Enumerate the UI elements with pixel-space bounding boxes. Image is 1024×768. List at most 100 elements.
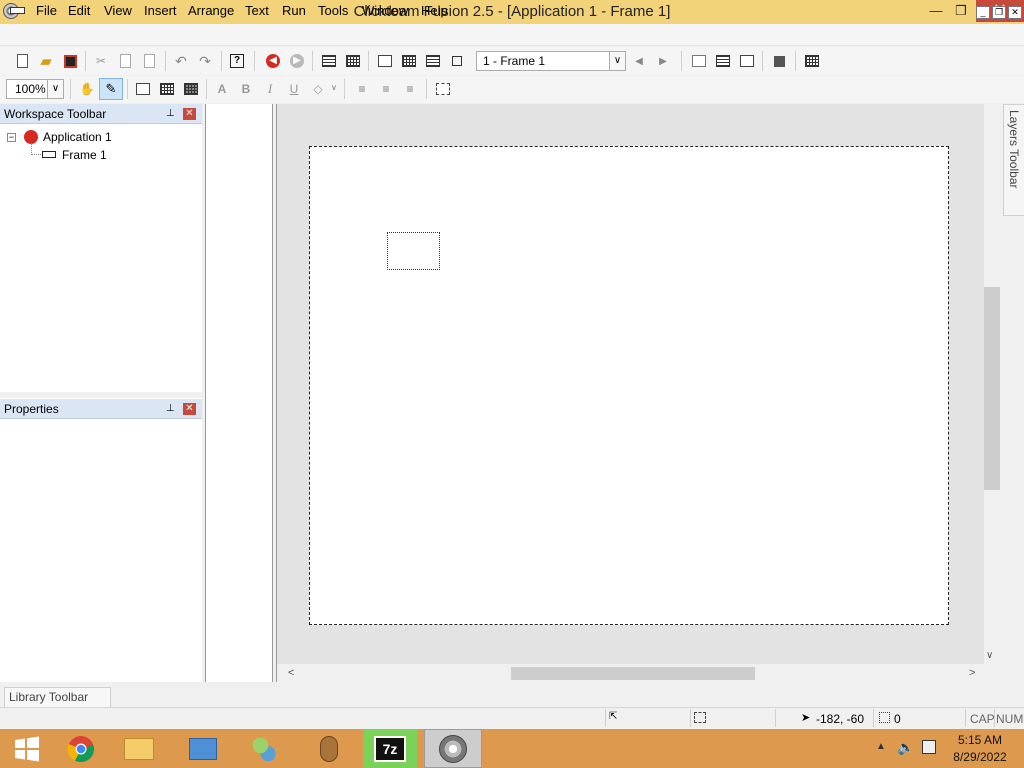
back-icon[interactable]: ◀: [263, 51, 283, 71]
chevron-down-icon[interactable]: ∨: [47, 80, 63, 98]
menu-help[interactable]: Help: [421, 3, 448, 18]
menu-run[interactable]: Run: [282, 3, 306, 18]
users-icon: [250, 736, 276, 761]
vertical-scrollbar-thumb[interactable]: [984, 287, 1000, 490]
menu-tools[interactable]: Tools: [318, 3, 348, 18]
help-icon[interactable]: ?: [227, 51, 247, 71]
clock-date[interactable]: 8/29/2022: [940, 750, 1020, 764]
menu-insert[interactable]: Insert: [144, 3, 177, 18]
taskbar-mouse-app[interactable]: [302, 729, 356, 768]
copy-icon[interactable]: [115, 51, 135, 71]
scroll-right-icon[interactable]: >: [969, 667, 975, 679]
run-frame-icon[interactable]: [713, 51, 733, 71]
cut-icon[interactable]: ✂: [91, 51, 111, 71]
scroll-down-icon[interactable]: ∨: [986, 650, 993, 661]
taskbar-control-panel[interactable]: [176, 729, 230, 768]
tree-collapse-icon[interactable]: −: [7, 133, 16, 142]
open-folder-icon[interactable]: ▰: [36, 51, 56, 71]
clock-time[interactable]: 5:15 AM: [940, 733, 1020, 747]
network-icon[interactable]: [922, 740, 936, 754]
system-menu-icon[interactable]: [10, 7, 25, 14]
snap-grid-icon[interactable]: [157, 79, 177, 99]
start-button[interactable]: [0, 729, 54, 768]
frame-canvas[interactable]: [309, 146, 949, 625]
show-grid-icon[interactable]: [133, 79, 153, 99]
tree-item-application[interactable]: Application 1: [43, 130, 112, 144]
placed-object[interactable]: [387, 232, 440, 270]
menu-view[interactable]: View: [104, 3, 132, 18]
taskbar-chrome[interactable]: [54, 729, 108, 768]
run-application-icon[interactable]: [689, 51, 709, 71]
layers-toolbar-label: Layers Toolbar: [1007, 110, 1021, 189]
taskbar-7zip[interactable]: 7z: [363, 729, 417, 768]
frame-editor-icon[interactable]: [375, 51, 395, 71]
event-list-editor-icon[interactable]: [423, 51, 443, 71]
object-count-icon: [879, 712, 890, 723]
taskbar-file-explorer[interactable]: [112, 729, 166, 768]
align-left-icon[interactable]: ≡: [352, 79, 372, 99]
chrome-icon: [67, 735, 94, 762]
frame-select-dropdown[interactable]: 1 - Frame 1 ∨: [476, 51, 626, 71]
show-hidden-icons[interactable]: ▲: [876, 741, 886, 752]
underline-icon[interactable]: U: [284, 79, 304, 99]
pin-icon[interactable]: ⊥: [166, 108, 175, 119]
menu-bar: [0, 24, 1024, 46]
chevron-down-icon[interactable]: ∨: [331, 83, 337, 92]
menu-arrange[interactable]: Arrange: [188, 3, 234, 18]
save-icon[interactable]: [60, 51, 80, 71]
cursor-coordinates: -182, -60: [816, 712, 865, 726]
edit-mode-icon[interactable]: ✎: [99, 78, 123, 100]
undo-icon[interactable]: ↶: [171, 51, 191, 71]
restore-button[interactable]: ❐: [946, 0, 976, 22]
menu-window[interactable]: Window: [362, 3, 408, 18]
menu-text[interactable]: Text: [245, 3, 269, 18]
align-right-icon[interactable]: ≡: [400, 79, 420, 99]
taskbar-clickteam-fusion[interactable]: [424, 729, 482, 768]
folder-icon: [124, 737, 154, 760]
storyboard-editor-icon[interactable]: [319, 51, 339, 71]
menu-edit[interactable]: Edit: [68, 3, 90, 18]
menu-file[interactable]: File: [36, 3, 57, 18]
previous-frame-icon[interactable]: ◀: [629, 51, 649, 71]
mouse-icon: [320, 735, 338, 762]
selection-icon: [694, 712, 706, 723]
mdi-minimize-button[interactable]: _: [976, 6, 990, 19]
status-bar: [0, 707, 1024, 729]
text-color-icon[interactable]: ◇: [308, 79, 328, 99]
build-icon[interactable]: [802, 51, 822, 71]
paste-icon[interactable]: [139, 51, 159, 71]
taskbar-network-app[interactable]: [236, 729, 290, 768]
object-strip[interactable]: [205, 104, 273, 682]
object-count: 0: [894, 712, 901, 726]
align-center-icon[interactable]: ≡: [376, 79, 396, 99]
data-elements-icon[interactable]: [447, 51, 467, 71]
scroll-left-icon[interactable]: <: [288, 667, 294, 679]
grid-setup-icon[interactable]: [181, 79, 201, 99]
horizontal-scrollbar-thumb[interactable]: [511, 667, 755, 680]
hand-tool-icon[interactable]: ✋: [77, 79, 97, 99]
event-list-icon[interactable]: [343, 51, 363, 71]
caps-lock-indicator: CAP: [970, 712, 995, 726]
pin-icon[interactable]: ⊥: [166, 403, 175, 414]
text-font-icon[interactable]: A: [212, 79, 232, 99]
object-properties-icon[interactable]: [433, 79, 453, 99]
bold-icon[interactable]: B: [236, 79, 256, 99]
forward-icon[interactable]: ▶: [287, 51, 307, 71]
mdi-restore-button[interactable]: ❐: [992, 6, 1006, 19]
volume-muted-icon[interactable]: 🔈: [897, 739, 914, 756]
close-icon[interactable]: ✕: [183, 108, 196, 120]
italic-icon[interactable]: I: [260, 79, 280, 99]
windows-logo-icon: [15, 736, 39, 761]
tree-item-frame[interactable]: Frame 1: [62, 148, 107, 162]
run-project-icon[interactable]: [737, 51, 757, 71]
chevron-down-icon[interactable]: ∨: [609, 52, 625, 70]
new-file-icon[interactable]: [12, 51, 32, 71]
zoom-dropdown[interactable]: 100% ∨: [6, 79, 64, 99]
properties-panel: [0, 398, 202, 682]
event-editor-icon[interactable]: [399, 51, 419, 71]
redo-icon[interactable]: ↷: [195, 51, 215, 71]
close-icon[interactable]: ✕: [183, 403, 196, 415]
mdi-close-button[interactable]: ✕: [1008, 6, 1022, 19]
next-frame-icon[interactable]: ▶: [653, 51, 673, 71]
stop-icon[interactable]: [769, 51, 789, 71]
